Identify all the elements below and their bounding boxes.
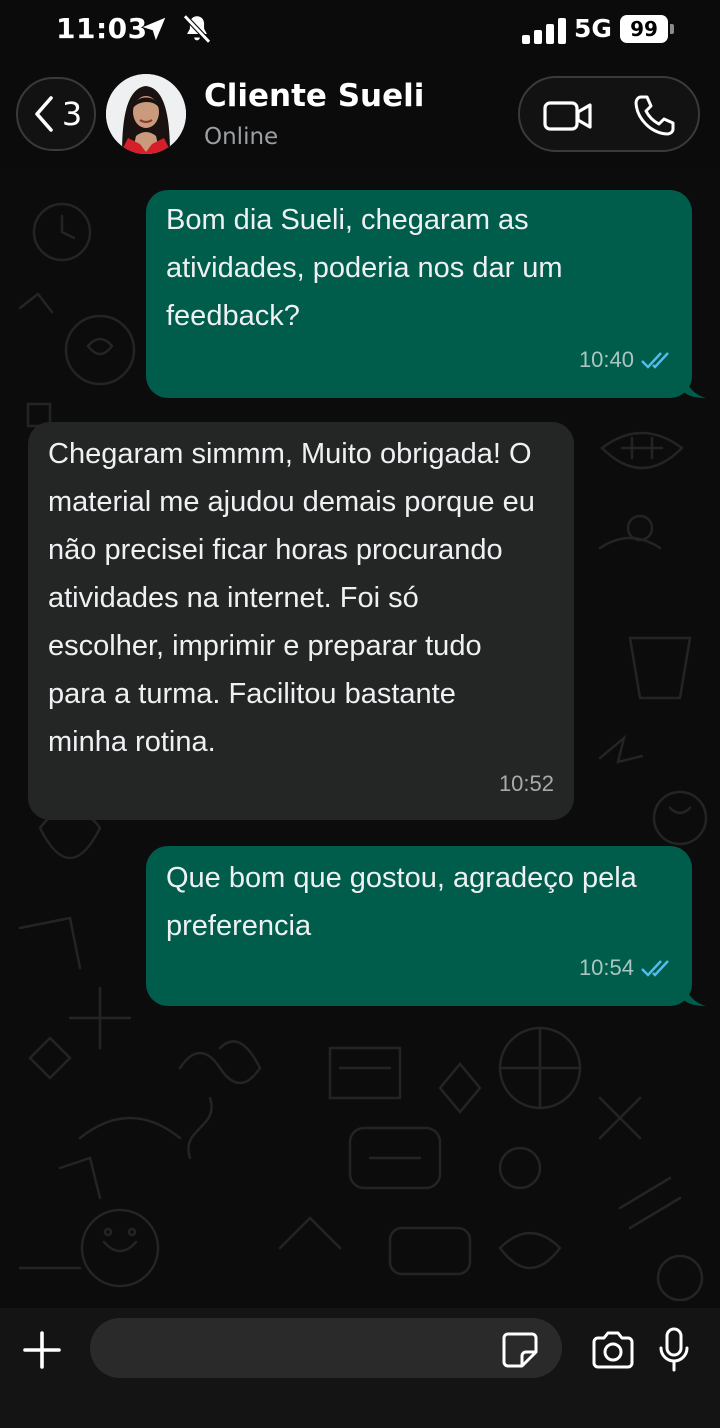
location-arrow-icon: [142, 17, 166, 41]
message-text: Bom dia Sueli, chegaram as atividades, p…: [166, 196, 676, 340]
signal-icon: [522, 18, 566, 44]
unread-count: 3: [61, 95, 83, 133]
double-check-icon: [641, 960, 669, 977]
message-line: feedback?: [166, 300, 300, 332]
avatar[interactable]: [106, 74, 186, 154]
avatar-image: [106, 74, 186, 154]
message-line: para a turma. Facilitou bastante: [48, 678, 456, 710]
status-time: 11:03: [56, 12, 148, 45]
call-actions: [518, 76, 700, 152]
back-button[interactable]: 3: [16, 77, 96, 151]
contact-name[interactable]: Cliente Sueli: [204, 78, 424, 114]
sticker-icon[interactable]: [500, 1330, 540, 1370]
battery-indicator: 99: [620, 15, 668, 43]
message-line: preferencia: [166, 910, 312, 942]
chat-area[interactable]: Bom dia Sueli, chegaram as atividades, p…: [0, 168, 720, 1308]
bubble-tail: [684, 984, 706, 1006]
message-text: Chegaram simmm, Muito obrigada! O materi…: [48, 430, 568, 766]
message-meta: 10:40: [579, 336, 674, 384]
composer-bar: [0, 1308, 720, 1428]
message-meta: 10:54: [579, 944, 674, 992]
message-time: 10:54: [578, 955, 634, 980]
camera-icon[interactable]: [590, 1330, 636, 1370]
message-text: Que bom que gostou, agradeço pela prefer…: [166, 854, 686, 950]
message-line: material me ajudou demais porque eu: [48, 486, 535, 518]
video-camera-icon[interactable]: [542, 96, 594, 136]
message-time: 10:40: [578, 347, 634, 372]
message-line: minha rotina.: [48, 726, 216, 758]
message-bubble-outgoing[interactable]: Bom dia Sueli, chegaram as atividades, p…: [146, 190, 692, 398]
message-meta: 10:52: [499, 760, 554, 808]
network-type: 5G: [574, 14, 612, 43]
message-bubble-outgoing[interactable]: Que bom que gostou, agradeço pela prefer…: [146, 846, 692, 1006]
message-input[interactable]: [90, 1318, 562, 1378]
double-check-icon: [641, 352, 669, 369]
message-line: não precisei ficar horas procurando: [48, 534, 503, 566]
chevron-left-icon: [35, 96, 53, 132]
contact-status: Online: [204, 124, 279, 150]
message-line: Chegaram simmm, Muito obrigada! O: [48, 438, 532, 470]
message-line: escolher, imprimir e preparar tudo: [48, 630, 482, 662]
message-time: 10:52: [498, 771, 554, 796]
battery-tip: [670, 24, 674, 34]
bubble-tail: [684, 376, 706, 398]
phone-icon[interactable]: [632, 92, 678, 138]
message-line: atividades, poderia nos dar um: [166, 252, 563, 284]
message-line: Que bom que gostou, agradeço pela: [166, 862, 637, 894]
bell-slash-icon: [183, 14, 211, 44]
plus-icon[interactable]: [22, 1330, 62, 1370]
message-bubble-incoming[interactable]: Chegaram simmm, Muito obrigada! O materi…: [28, 422, 574, 820]
chat-header: 3 Cliente Sueli Online: [0, 60, 720, 168]
message-line: Bom dia Sueli, chegaram as: [166, 204, 529, 236]
status-bar: 11:03 5G 99: [0, 0, 720, 60]
microphone-icon[interactable]: [658, 1326, 690, 1374]
message-line: atividades na internet. Foi só: [48, 582, 419, 614]
